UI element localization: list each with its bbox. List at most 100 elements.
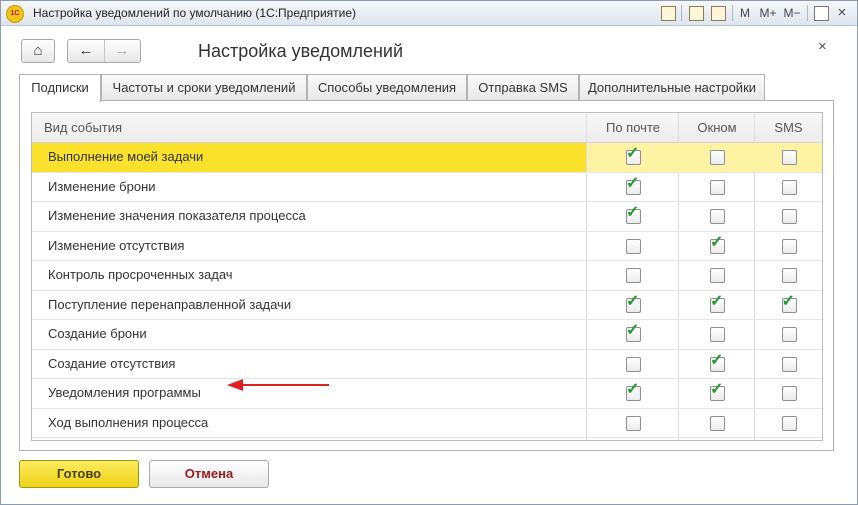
sms-checkbox-cell	[755, 173, 822, 202]
table-row[interactable]: Контроль просроченных задач	[32, 261, 822, 291]
toolbar-separator	[681, 5, 682, 21]
sms-checkbox[interactable]	[781, 150, 797, 166]
sms-checkbox[interactable]	[781, 386, 797, 402]
home-button[interactable]: ⌂	[21, 39, 55, 63]
email-checkbox-cell: ✓	[587, 202, 679, 231]
email-checkbox[interactable]: ✓	[626, 382, 641, 402]
window-checkbox[interactable]: ✓	[710, 234, 725, 254]
email-checkbox-cell: ✓	[587, 291, 679, 320]
table-row[interactable]: Поступление перенаправленной задачи ✓ ✓ ✓	[32, 291, 822, 320]
toolbar-separator	[807, 5, 808, 21]
window-checkbox[interactable]: ✓	[710, 382, 725, 402]
table-row[interactable]: Изменение отсутствия ✓	[32, 232, 822, 261]
memory-button[interactable]: M	[737, 4, 753, 22]
window-checkbox[interactable]	[710, 327, 725, 343]
table-row[interactable]: Создание отсутствия ✓	[32, 350, 822, 379]
tab-panel: Вид события По почте Окном SMS Выполнени…	[19, 100, 834, 451]
window-checkbox[interactable]: ✓	[710, 293, 725, 313]
history-navigation: ← →	[67, 39, 141, 63]
window-close-button[interactable]: ×	[834, 4, 850, 22]
red-arrow-annotation	[227, 379, 329, 391]
window-checkbox[interactable]	[710, 179, 725, 195]
column-header-sms[interactable]: SMS	[755, 113, 822, 142]
table-row[interactable]: Ход выполнения процесса	[32, 409, 822, 438]
email-checkbox[interactable]: ✓	[626, 323, 641, 343]
email-checkbox[interactable]	[626, 356, 641, 372]
checkmark-icon: ✓	[626, 292, 640, 310]
table-row[interactable]: Уведомления программы ✓ ✓	[32, 379, 822, 409]
window-checkbox[interactable]	[710, 415, 725, 431]
checkmark-icon: ✓	[781, 292, 795, 310]
column-header-event[interactable]: Вид события	[44, 113, 122, 142]
checkmark-icon: ✓	[710, 381, 724, 399]
checkmark-icon: ✓	[626, 174, 640, 192]
sms-checkbox[interactable]	[781, 268, 797, 284]
window-checkbox[interactable]	[710, 268, 725, 284]
done-button[interactable]: Готово	[19, 460, 139, 488]
event-name-cell: Выполнение моей задачи	[32, 143, 586, 172]
email-checkbox-cell	[587, 261, 679, 290]
sms-checkbox[interactable]	[781, 327, 797, 343]
window-checkbox[interactable]	[710, 150, 725, 166]
email-checkbox-cell: ✓	[587, 379, 679, 408]
table-row[interactable]: Выполнение моей задачи ✓	[32, 143, 822, 173]
tab-subscriptions[interactable]: Подписки	[19, 74, 101, 102]
table-row[interactable]: Изменение брони ✓	[32, 173, 822, 202]
email-checkbox[interactable]: ✓	[626, 293, 641, 313]
tab-frequency[interactable]: Частоты и сроки уведомлений	[101, 74, 307, 100]
email-checkbox-cell	[587, 409, 679, 438]
email-checkbox[interactable]: ✓	[626, 146, 641, 166]
back-button[interactable]: ←	[68, 40, 105, 62]
event-name-cell: Создание брони	[48, 326, 147, 341]
event-name-cell: Изменение брони	[48, 178, 156, 194]
sms-checkbox-cell	[755, 202, 822, 231]
restore-window-icon[interactable]	[814, 6, 829, 21]
event-name-cell: Поступление перенаправленной задачи	[48, 296, 292, 312]
sms-checkbox[interactable]	[781, 209, 797, 225]
email-checkbox[interactable]	[626, 238, 641, 254]
sms-checkbox-cell: ✓	[755, 291, 822, 320]
sms-checkbox[interactable]: ✓	[781, 293, 797, 313]
window-checkbox[interactable]: ✓	[710, 352, 725, 372]
sms-checkbox-cell	[755, 143, 822, 172]
sms-checkbox[interactable]	[781, 238, 797, 254]
memory-minus-button[interactable]: M−	[783, 4, 801, 22]
checkmark-icon: ✓	[710, 292, 724, 310]
email-checkbox[interactable]: ✓	[626, 205, 641, 225]
tab-methods[interactable]: Способы уведомления	[307, 74, 467, 100]
calendar-icon[interactable]	[711, 6, 726, 21]
event-name-cell: Ход выполнения процесса	[48, 414, 209, 430]
window-checkbox-cell	[679, 261, 755, 290]
email-checkbox[interactable]: ✓	[626, 175, 641, 195]
notification-settings-window: 1С Настройка уведомлений по умолчанию (1…	[0, 0, 858, 505]
form-close-button[interactable]: ×	[818, 38, 827, 55]
forward-button[interactable]: →	[104, 40, 140, 62]
window-checkbox-cell	[679, 143, 755, 172]
cancel-button[interactable]: Отмена	[149, 460, 269, 488]
window-checkbox-cell	[679, 202, 755, 231]
window-checkbox[interactable]	[710, 209, 725, 225]
tab-additional-settings[interactable]: Дополнительные настройки	[579, 74, 765, 100]
window-checkbox-cell	[679, 173, 755, 202]
window-checkbox-cell: ✓	[679, 291, 755, 320]
table-row[interactable]: Изменение значения показателя процесса ✓	[32, 202, 822, 232]
checkmark-icon: ✓	[626, 145, 640, 163]
memory-plus-button[interactable]: M+	[757, 4, 779, 22]
column-header-email[interactable]: По почте	[587, 113, 679, 142]
email-checkbox-cell: ✓	[587, 173, 679, 202]
sms-checkbox[interactable]	[781, 179, 797, 195]
sms-checkbox[interactable]	[781, 415, 797, 431]
window-checkbox-cell: ✓	[679, 232, 755, 261]
email-checkbox[interactable]	[626, 268, 641, 284]
email-checkbox[interactable]	[626, 415, 641, 431]
toolbar-separator	[732, 5, 733, 21]
tab-sms-sending[interactable]: Отправка SMS	[467, 74, 579, 100]
sms-checkbox-cell	[755, 409, 822, 438]
sms-checkbox[interactable]	[781, 356, 797, 372]
sms-checkbox-cell	[755, 261, 822, 290]
favorites-star-icon[interactable]	[661, 6, 676, 21]
window-title: Настройка уведомлений по умолчанию (1С:П…	[33, 6, 357, 20]
table-row[interactable]: Создание брони ✓	[32, 320, 822, 350]
column-header-window[interactable]: Окном	[679, 113, 755, 142]
calculator-icon[interactable]	[689, 6, 704, 21]
